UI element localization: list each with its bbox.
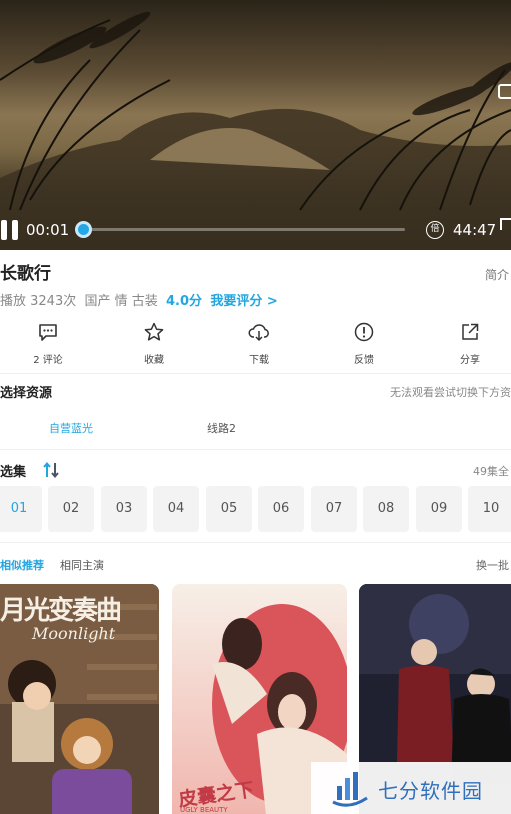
episode-item[interactable]: 07 [311,486,357,532]
progress-handle[interactable] [75,221,92,238]
share-label: 分享 [460,355,480,366]
feedback-label: 反馈 [354,355,374,366]
score: 4.0分 [166,294,203,309]
source-hint: 无法观看尝试切换下方资 [390,386,511,399]
episode-item[interactable]: 02 [48,486,94,532]
favorite-label: 收藏 [144,355,164,366]
episode-item[interactable]: 10 [468,486,511,532]
show-meta: 播放 3243次 国产 情 古装 4.0分 我要评分 > [0,290,278,309]
pause-icon[interactable] [1,220,19,240]
poster-subtitle: UGLY BEAUTY [180,806,228,814]
episode-item[interactable]: 01 [0,486,42,532]
total-time: 44:47 [453,221,497,239]
tab-same-cast[interactable]: 相同主演 [60,557,104,573]
action-bar: 2 评论 收藏 下载 反馈 分享 [0,318,511,366]
source-option-1[interactable]: 自营蓝光 [49,420,93,436]
episode-item[interactable]: 09 [416,486,462,532]
intro-link[interactable]: 简介 [485,266,509,283]
download-label: 下载 [249,355,269,366]
refresh-button[interactable]: 换一批 [476,557,509,573]
current-time: 00:01 [26,221,70,239]
comment-label: 2 评论 [33,355,63,366]
cast-icon[interactable] [498,84,511,99]
comment-button[interactable]: 2 评论 [18,318,78,366]
poster-card[interactable]: 月光变奏曲 Moonlight [0,584,159,814]
cloud-download-icon [248,324,269,342]
speed-icon[interactable]: 倍 [426,221,444,239]
share-icon [462,323,479,340]
alert-icon [354,322,374,342]
download-button[interactable]: 下载 [229,318,289,366]
episode-item[interactable]: 08 [363,486,409,532]
tab-similar[interactable]: 相似推荐 [0,557,44,573]
divider [0,449,511,450]
watermark-logo [332,772,368,807]
star-icon [144,322,164,341]
episodes-title: 选集 [0,465,27,480]
divider [0,542,511,543]
share-button[interactable]: 分享 [440,318,500,366]
watermark-text: 七分软件园 [378,779,483,803]
rate-link[interactable]: 我要评分 > [210,294,277,309]
episode-count[interactable]: 49集全 [473,463,509,479]
sort-icon[interactable] [42,461,60,479]
episode-item[interactable]: 04 [153,486,199,532]
episode-item[interactable]: 03 [101,486,147,532]
show-tags: 国产 情 古装 [84,294,158,309]
source-option-2[interactable]: 线路2 [207,420,236,436]
divider [0,373,511,374]
comment-icon [39,324,57,341]
player-controls: 00:01 倍 44:47 [0,210,511,250]
progress-track[interactable] [83,228,405,231]
source-title: 选择资源 [0,386,53,401]
poster-title: 月光变奏曲 [0,596,122,626]
watermark: 七分软件园 [311,762,511,814]
poster-subtitle: Moonlight [32,624,116,643]
favorite-button[interactable]: 收藏 [124,318,184,366]
video-player[interactable]: 00:01 倍 44:47 [0,0,511,250]
show-title: 长歌行 [0,264,51,284]
episode-item[interactable]: 06 [258,486,304,532]
fullscreen-icon[interactable] [500,218,511,230]
episode-item[interactable]: 05 [206,486,252,532]
play-count: 播放 3243次 [0,294,77,309]
feedback-button[interactable]: 反馈 [334,318,394,366]
